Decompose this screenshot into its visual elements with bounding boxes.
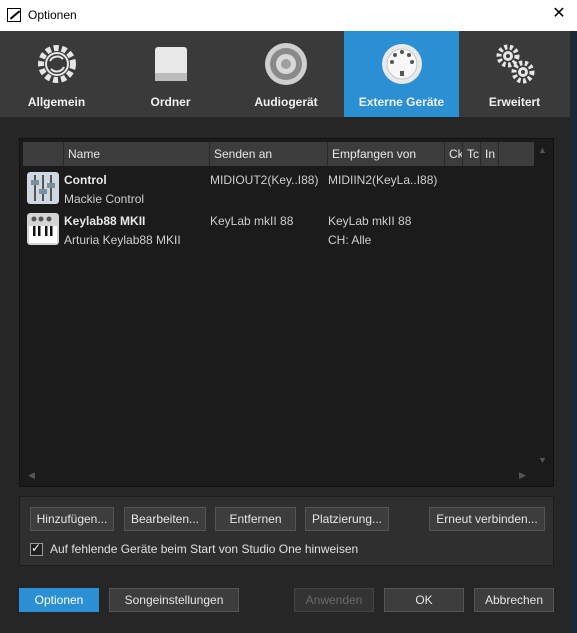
header-filler <box>498 142 534 166</box>
header-name[interactable]: Name <box>63 142 209 166</box>
device-name: Control <box>64 173 107 187</box>
header-senden-an[interactable]: Senden an <box>209 142 327 166</box>
tab-label: Externe Geräte <box>358 95 445 109</box>
table-row[interactable]: Control Mackie Control MIDIOUT2(Key..I88… <box>23 170 534 212</box>
device-receive: KeyLab mkII 88 <box>328 214 412 228</box>
sync-gear-icon <box>37 45 76 83</box>
category-tabs: Allgemein Ordner Audiogerät Externe Gerä… <box>0 31 570 117</box>
close-icon[interactable]: ✕ <box>548 3 570 25</box>
scroll-up-icon[interactable]: ▲ <box>538 145 547 155</box>
tab-label: Allgemein <box>27 95 86 109</box>
header-ck[interactable]: Ck <box>444 142 462 166</box>
drive-icon <box>154 47 187 81</box>
tab-audiogeraet[interactable]: Audiogerät <box>228 31 344 117</box>
scroll-left-icon[interactable]: ◀ <box>28 470 35 481</box>
options-button[interactable]: Optionen <box>19 588 99 612</box>
window-title: Optionen <box>28 8 77 22</box>
header-in[interactable]: In <box>480 142 498 166</box>
tab-ordner[interactable]: Ordner <box>113 31 228 117</box>
device-channel: CH: Alle <box>328 233 372 247</box>
tab-externe-geraete[interactable]: Externe Geräte <box>344 31 459 117</box>
tab-erweitert[interactable]: Erweitert <box>459 31 570 117</box>
device-send: MIDIOUT2(Key..I88) <box>210 173 319 187</box>
edit-button[interactable]: Bearbeiten... <box>124 507 206 531</box>
cancel-button[interactable]: Abbrechen <box>474 588 554 612</box>
fader-icon <box>27 172 59 204</box>
tab-label: Audiogerät <box>254 95 318 109</box>
device-receive: MIDIIN2(KeyLa..I88) <box>328 173 438 187</box>
placement-button[interactable]: Platzierung... <box>305 507 389 531</box>
window-titlebar: Optionen ✕ <box>0 0 577 31</box>
device-type: Mackie Control <box>64 192 145 206</box>
content-area: Name Senden an Empfangen von Ck Tc In Co… <box>0 117 570 633</box>
device-name: Keylab88 MKII <box>64 214 146 228</box>
add-button[interactable]: Hinzufügen... <box>30 507 114 531</box>
header-empfangen-von[interactable]: Empfangen von <box>327 142 444 166</box>
apply-button[interactable]: Anwenden <box>294 588 374 612</box>
device-type: Arturia Keylab88 MKII <box>64 233 181 247</box>
device-actions: Hinzufügen... Bearbeiten... Entfernen Pl… <box>19 496 554 566</box>
table-row[interactable]: Keylab88 MKII Arturia Keylab88 MKII KeyL… <box>23 211 534 253</box>
scroll-right-icon[interactable]: ▶ <box>519 470 526 481</box>
speaker-icon <box>265 43 307 85</box>
reconnect-button[interactable]: Erneut verbinden... <box>429 507 545 531</box>
background-window-edge <box>570 31 577 633</box>
tab-label: Ordner <box>150 95 191 109</box>
app-icon <box>7 8 21 22</box>
table-header: Name Senden an Empfangen von Ck Tc In <box>23 142 534 166</box>
tab-allgemein[interactable]: Allgemein <box>0 31 113 117</box>
scroll-down-icon[interactable]: ▼ <box>538 455 547 465</box>
device-send: KeyLab mkII 88 <box>210 214 294 228</box>
midi-connector-icon <box>381 44 422 84</box>
tab-label: Erweitert <box>488 95 541 109</box>
missing-devices-label: Auf fehlende Geräte beim Start von Studi… <box>50 542 359 556</box>
remove-button[interactable]: Entfernen <box>215 507 296 531</box>
gears-icon <box>496 44 534 84</box>
header-tc[interactable]: Tc <box>462 142 480 166</box>
ok-button[interactable]: OK <box>384 588 464 612</box>
song-settings-button[interactable]: Songeinstellungen <box>109 588 239 612</box>
missing-devices-checkbox[interactable] <box>30 541 43 556</box>
header-icon-column <box>23 142 63 166</box>
keyboard-icon <box>27 213 59 245</box>
devices-table: Name Senden an Empfangen von Ck Tc In Co… <box>19 138 554 487</box>
